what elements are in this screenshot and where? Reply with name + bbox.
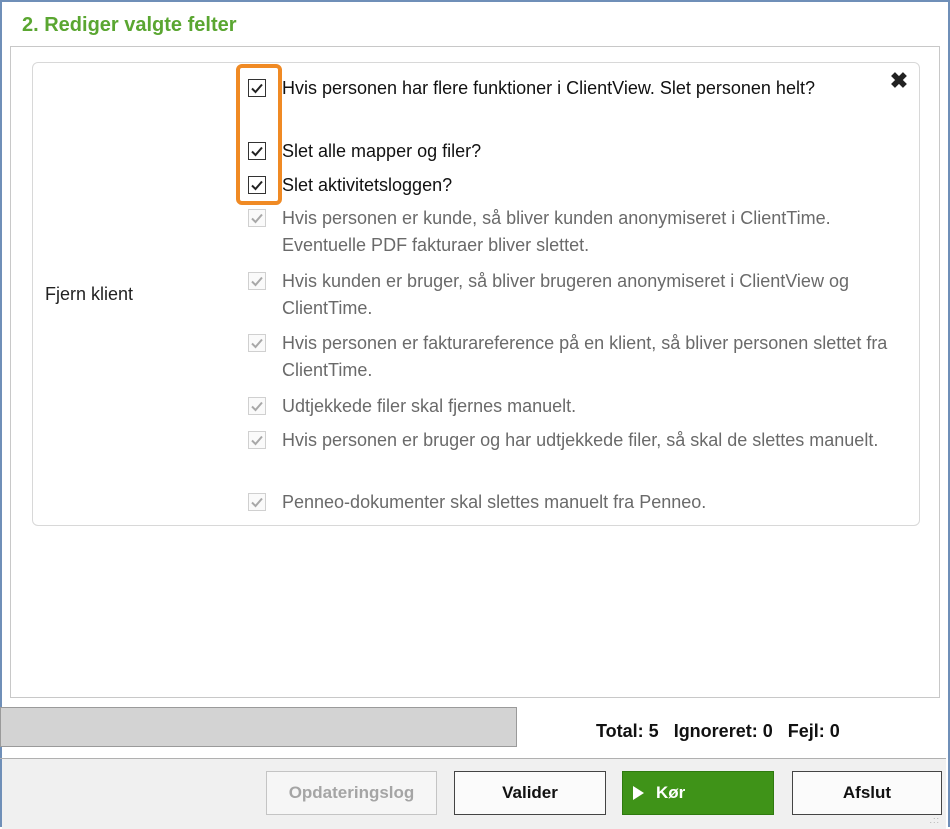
check-icon (251, 146, 263, 157)
progress-bar (0, 707, 517, 747)
option-invoice-reference: Hvis personen er fakturareference på en … (248, 330, 888, 384)
run-button-label: Kør (656, 783, 686, 802)
option-label: Hvis personen har flere funktioner i Cli… (282, 78, 815, 98)
checkbox[interactable] (248, 79, 266, 97)
status-summary: Total: 5 Ignoreret: 0 Fejl: 0 (596, 721, 850, 742)
exit-button[interactable]: Afslut (792, 771, 942, 815)
check-icon (251, 213, 263, 224)
option-delete-activity-log[interactable]: Slet aktivitetsloggen? (248, 172, 888, 199)
option-label: Slet aktivitetsloggen? (282, 175, 453, 195)
option-checked-out-files: Udtjekkede filer skal fjernes manuelt. (248, 393, 888, 420)
validate-button[interactable]: Valider (454, 771, 606, 815)
play-icon (633, 786, 644, 800)
option-label: Hvis personen er bruger og har udtjekked… (282, 430, 879, 450)
check-icon (251, 338, 263, 349)
option-delete-folders[interactable]: Slet alle mapper og filer? (248, 138, 888, 165)
check-icon (251, 180, 263, 191)
check-icon (251, 497, 263, 508)
resize-grip-icon[interactable]: .:: (929, 815, 940, 825)
option-label: Hvis kunden er bruger, så bliver brugere… (282, 271, 849, 318)
update-log-button[interactable]: Opdateringslog (266, 771, 437, 815)
checkbox (248, 272, 266, 290)
option-delete-person[interactable]: Hvis personen har flere funktioner i Cli… (248, 75, 888, 102)
option-label: Penneo-dokumenter skal slettes manuelt f… (282, 492, 707, 512)
checkbox (248, 397, 266, 415)
checkbox (248, 431, 266, 449)
checkbox (248, 334, 266, 352)
option-penneo-documents: Penneo-dokumenter skal slettes manuelt f… (248, 489, 888, 516)
option-label: Hvis personen er fakturareference på en … (282, 333, 888, 380)
option-user-anonymized: Hvis kunden er bruger, så bliver brugere… (248, 268, 888, 322)
check-icon (251, 401, 263, 412)
checkbox[interactable] (248, 176, 266, 194)
option-user-checked-out-files: Hvis personen er bruger og har udtjekked… (248, 427, 888, 454)
check-icon (251, 435, 263, 446)
check-icon (251, 83, 263, 94)
checkbox[interactable] (248, 142, 266, 160)
option-label: Hvis personen er kunde, så bliver kunden… (282, 208, 831, 255)
section-title: 2. Rediger valgte felter (22, 14, 237, 36)
option-label: Udtjekkede filer skal fjernes manuelt. (282, 396, 577, 416)
row-label: Fjern klient (45, 284, 134, 304)
run-button[interactable]: Kør (622, 771, 774, 815)
checkbox (248, 493, 266, 511)
status-errors: Fejl: 0 (787, 721, 840, 741)
checkbox (248, 209, 266, 227)
check-icon (251, 276, 263, 287)
option-label: Slet alle mapper og filer? (282, 141, 482, 161)
close-icon[interactable]: ✖ (888, 70, 910, 92)
option-customer-anonymized: Hvis personen er kunde, så bliver kunden… (248, 205, 888, 259)
status-total: Total: 5 (596, 721, 659, 741)
status-ignored: Ignoreret: 0 (673, 721, 773, 741)
